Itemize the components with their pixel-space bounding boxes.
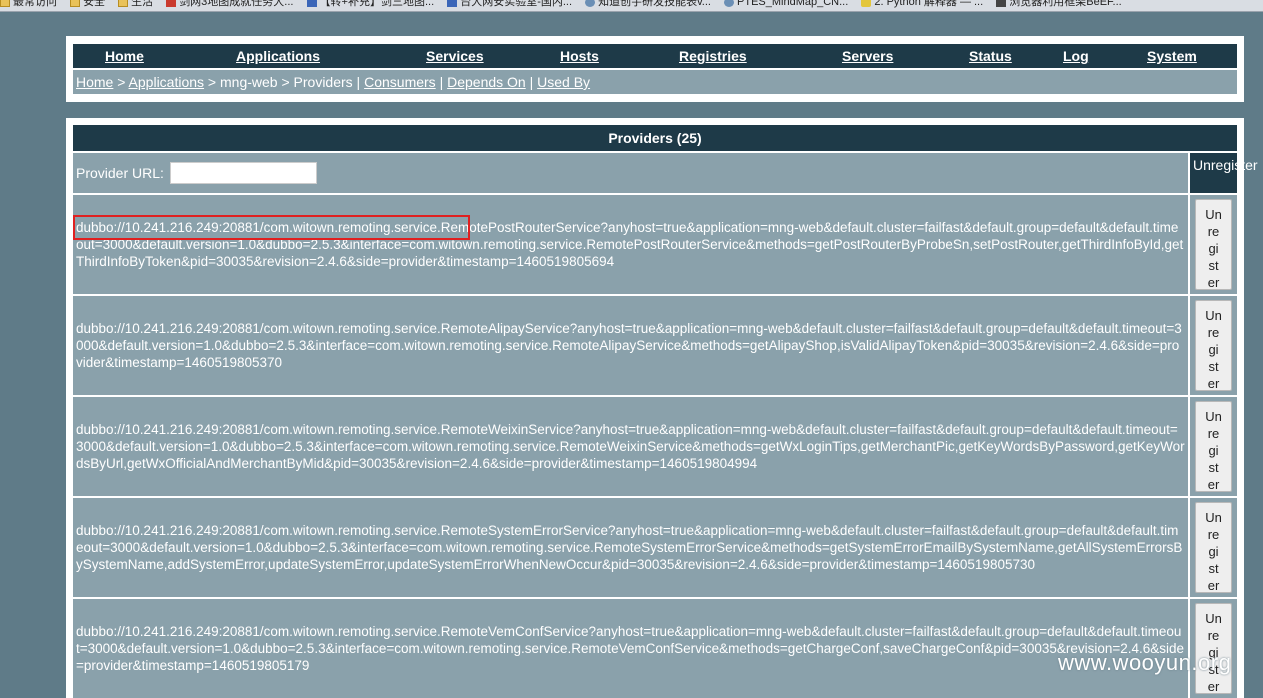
- provider-url-text: dubbo://10.241.216.249:20881/com.witown.…: [76, 523, 1183, 572]
- blue-site-icon: [306, 0, 317, 7]
- watermark: www.wooyun.org: [1058, 650, 1232, 675]
- globe-icon: [585, 0, 596, 7]
- unregister-button[interactable]: Un re gi st er: [1195, 401, 1232, 492]
- bookmark-item[interactable]: 台大网安实验室-国内...: [447, 0, 572, 8]
- provider-url: dubbo://10.241.216.249:20881/com.witown.…: [73, 195, 1188, 294]
- provider-url-text: dubbo://10.241.216.249:20881/com.witown.…: [76, 624, 1185, 673]
- python-icon: [861, 0, 872, 7]
- shield-site-icon: [447, 0, 458, 7]
- unregister-cell: Un re gi st er: [1190, 296, 1237, 395]
- breadcrumb-home[interactable]: Home: [76, 74, 113, 90]
- link-used-by[interactable]: Used By: [537, 74, 590, 90]
- link-consumers[interactable]: Consumers: [364, 74, 436, 90]
- highlight-box: [73, 215, 470, 240]
- provider-row: dubbo://10.241.216.249:20881/com.witown.…: [73, 498, 1237, 597]
- provider-url-label: Provider URL:: [76, 165, 164, 181]
- menu-status[interactable]: Status: [969, 48, 1012, 64]
- breadcrumb: Home > Applications > mng-web > Provider…: [73, 70, 1237, 94]
- provider-url-text: dubbo://10.241.216.249:20881/com.witown.…: [76, 321, 1182, 370]
- folder-icon: [118, 0, 129, 7]
- providers-header-row: Provider URL: Unregister: [73, 153, 1258, 193]
- provider-url: dubbo://10.241.216.249:20881/com.witown.…: [73, 397, 1188, 496]
- link-depends-on[interactable]: Depends On: [447, 74, 526, 90]
- menu-registries[interactable]: Registries: [679, 48, 747, 64]
- provider-url: dubbo://10.241.216.249:20881/com.witown.…: [73, 296, 1188, 395]
- folder-icon: [70, 0, 81, 7]
- bookmark-item[interactable]: PTES_MindMap_CN...: [724, 0, 848, 8]
- breadcrumb-separator: >: [113, 74, 129, 90]
- unregister-cell: Un re gi st er: [1190, 397, 1237, 496]
- breadcrumb-separator: |: [525, 74, 538, 90]
- unregister-cell: Un re gi st er: [1190, 599, 1237, 698]
- menu-hosts[interactable]: Hosts: [560, 48, 599, 64]
- breadcrumb-separator: |: [435, 74, 448, 90]
- menu-system[interactable]: System: [1147, 48, 1197, 64]
- provider-url-text: dubbo://10.241.216.249:20881/com.witown.…: [76, 422, 1185, 471]
- menu-home[interactable]: Home: [105, 48, 144, 64]
- nav-panel: Home Applications Services Hosts Registr…: [66, 36, 1244, 102]
- bookmarks-bar: 最常访问 安全 生活 剑网3地图成就任务大... 【转+补充】剑三地图... 台…: [0, 0, 1263, 12]
- provider-row: dubbo://10.241.216.249:20881/com.witown.…: [73, 397, 1237, 496]
- folder-icon: [0, 0, 10, 7]
- provider-row: dubbo://10.241.216.249:20881/com.witown.…: [73, 599, 1237, 698]
- menu-applications[interactable]: Applications: [236, 48, 320, 64]
- unregister-button[interactable]: Un re gi st er: [1195, 603, 1232, 694]
- bookmark-item[interactable]: 生活: [118, 0, 153, 8]
- bookmark-item[interactable]: 2. Python 解释器 — ...: [861, 0, 983, 8]
- bookmark-item[interactable]: 知道创宇研发技能表v...: [585, 0, 711, 8]
- main-menu: Home Applications Services Hosts Registr…: [73, 44, 1237, 68]
- providers-panel: Providers (25) Provider URL: Unregister …: [66, 118, 1258, 698]
- breadcrumb-applications[interactable]: Applications: [129, 74, 205, 90]
- unregister-cell: Un re gi st er: [1190, 498, 1237, 597]
- bookmark-item[interactable]: 剑网3地图成就任务大...: [166, 0, 293, 8]
- provider-url: dubbo://10.241.216.249:20881/com.witown.…: [73, 498, 1188, 597]
- dark-site-icon: [996, 0, 1007, 7]
- unregister-button[interactable]: Un re gi st er: [1195, 199, 1232, 290]
- bookmark-item[interactable]: 最常访问: [0, 0, 57, 8]
- provider-url-filter: Provider URL:: [73, 153, 1188, 193]
- bookmark-item[interactable]: 【转+补充】剑三地图...: [306, 0, 434, 8]
- menu-services[interactable]: Services: [426, 48, 484, 64]
- globe-icon: [724, 0, 735, 7]
- provider-row: dubbo://10.241.216.249:20881/com.witown.…: [73, 296, 1237, 395]
- provider-url-input[interactable]: [169, 162, 317, 184]
- unregister-button[interactable]: Un re gi st er: [1195, 300, 1232, 391]
- bookmark-item[interactable]: 安全: [70, 0, 105, 8]
- providers-title: Providers (25): [73, 125, 1237, 151]
- unregister-cell: Un re gi st er: [1190, 195, 1237, 294]
- provider-url: dubbo://10.241.216.249:20881/com.witown.…: [73, 599, 1188, 698]
- provider-row: dubbo://10.241.216.249:20881/com.witown.…: [73, 195, 1237, 294]
- red-site-icon: [166, 0, 177, 7]
- bookmark-item[interactable]: 浏览器利用框架BeEF...: [996, 0, 1122, 8]
- unregister-button[interactable]: Un re gi st er: [1195, 502, 1232, 593]
- menu-log[interactable]: Log: [1063, 48, 1089, 64]
- menu-servers[interactable]: Servers: [842, 48, 893, 64]
- breadcrumb-current: > mng-web > Providers |: [204, 74, 365, 90]
- unregister-header: Unregister: [1190, 153, 1258, 193]
